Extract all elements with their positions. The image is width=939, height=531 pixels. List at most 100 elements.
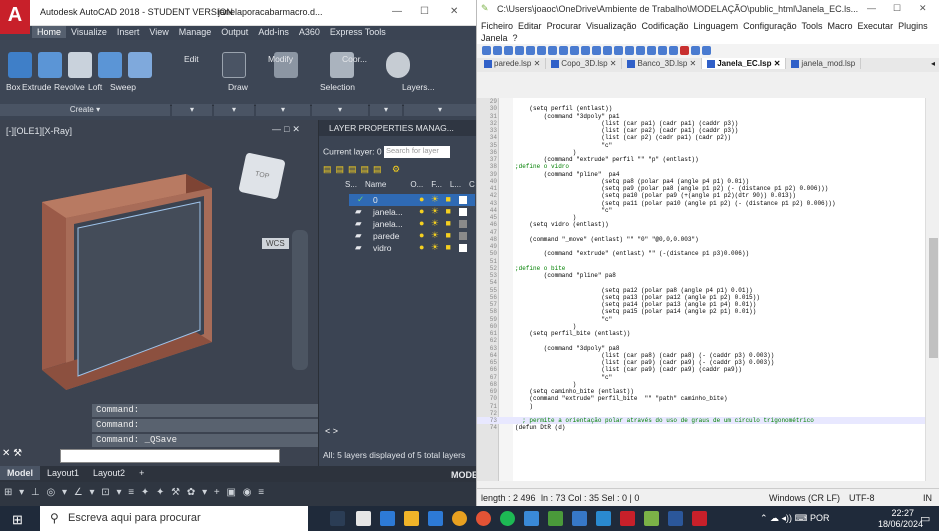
- code-text[interactable]: (list (car pa1) (cadr pa1) (caddr p3)): [515, 120, 738, 127]
- code-line[interactable]: 30 (setq perfil (entlast)): [477, 105, 925, 112]
- code-text[interactable]: ): [515, 403, 533, 410]
- menu-executar[interactable]: Executar: [858, 21, 894, 31]
- draw-label[interactable]: Draw: [228, 82, 248, 92]
- code-line[interactable]: 59 "c": [477, 316, 925, 323]
- code-line[interactable]: 62: [477, 337, 925, 344]
- layer-color-swatch[interactable]: [459, 196, 467, 204]
- copy-icon[interactable]: [559, 46, 568, 55]
- app-icon[interactable]: [572, 511, 587, 526]
- npp-maximize-icon[interactable]: ☐: [893, 3, 901, 14]
- code-line[interactable]: 45 ): [477, 214, 925, 221]
- code-line[interactable]: 73 ; permite a orientação polar através …: [477, 417, 925, 425]
- app-icon[interactable]: [596, 511, 611, 526]
- layers-panel-title[interactable]: ▾: [404, 104, 476, 116]
- layer-row[interactable]: ▰ vidro ● ☀ ■: [349, 242, 475, 254]
- command-close-icon[interactable]: ✕ ⚒: [2, 448, 22, 459]
- npp-close-icon[interactable]: ✕: [919, 3, 927, 14]
- layer-toolbar[interactable]: ▤▤▤▤▤ ⚙: [323, 164, 404, 175]
- autocad-logo[interactable]: A: [0, 0, 30, 34]
- file-tab[interactable]: Banco_3D.lsp ✕: [622, 58, 703, 69]
- save-all-icon[interactable]: [515, 46, 524, 55]
- code-line[interactable]: 33 (list (car pa2) (cadr pa1) (caddr p3)…: [477, 127, 925, 134]
- code-line[interactable]: 36 ): [477, 149, 925, 156]
- code-line[interactable]: 44 "c": [477, 207, 925, 214]
- tab-layout2[interactable]: Layout2: [86, 466, 132, 480]
- notepadpp-taskbar-icon[interactable]: [644, 511, 659, 526]
- spotify-icon[interactable]: [500, 511, 515, 526]
- indent-guide-icon[interactable]: [669, 46, 678, 55]
- coordinates-panel-title[interactable]: ▾: [370, 104, 402, 116]
- cut-icon[interactable]: [548, 46, 557, 55]
- code-text[interactable]: (setq pa13 (polar pa12 (angle p1 p2) 0.0…: [515, 294, 759, 301]
- close-icon[interactable]: ✕: [450, 6, 458, 17]
- layer-color-swatch[interactable]: [459, 220, 467, 228]
- code-line[interactable]: 40 (setq pa8 (polar pa4 (angle p4 p1) 0.…: [477, 178, 925, 185]
- tab-manage[interactable]: Manage: [174, 26, 217, 38]
- code-text[interactable]: (command "pline" pa4: [515, 171, 620, 178]
- column-freeze[interactable]: F...: [431, 180, 442, 189]
- autocad-status-bar[interactable]: ⊞ ▾ ⊥ ◎ ▾ ∠ ▾ ⊡ ▾ ≡ ✦ ✦ ⚒ ✿ ▾ + ▣ ◉ ≡: [0, 482, 476, 506]
- layer-palette-title[interactable]: LAYER PROPERTIES MANAG...: [319, 120, 476, 136]
- layer-color-swatch[interactable]: [459, 208, 467, 216]
- tab-visualize[interactable]: Visualize: [66, 26, 112, 38]
- command-input[interactable]: [60, 449, 280, 463]
- coordinates-label[interactable]: Coor...: [342, 54, 367, 64]
- code-text[interactable]: (command "extrude" perfil "" "p" (entlas…: [515, 156, 699, 163]
- layer-color-swatch[interactable]: [459, 232, 467, 240]
- selection-label[interactable]: Selection: [320, 82, 355, 92]
- notifications-icon[interactable]: ▭: [920, 512, 930, 525]
- word-icon[interactable]: [668, 511, 683, 526]
- layers-label[interactable]: Layers...: [402, 82, 435, 92]
- code-text[interactable]: (list (car pa9) (cadr pa9) (caddr pa9)): [515, 366, 741, 373]
- code-text[interactable]: (list (car pa8) (cadr pa8) (- (caddr p3)…: [515, 352, 774, 359]
- add-layout-button[interactable]: +: [132, 466, 151, 480]
- menu-macro[interactable]: Macro: [828, 21, 853, 31]
- tab-view[interactable]: View: [144, 26, 173, 38]
- code-line[interactable]: 41 (setq pa9 (polar pa8 (angle p1 p2) (-…: [477, 185, 925, 192]
- layer-list-scroll-arrows[interactable]: < >: [325, 426, 338, 436]
- file-tab-active[interactable]: Janela_EC.lsp ✕: [702, 58, 787, 69]
- code-line[interactable]: 32 (list (car pa1) (cadr pa1) (caddr p3)…: [477, 120, 925, 127]
- code-line[interactable]: 61 (setq perfil_bite (entlast)): [477, 330, 925, 337]
- code-text[interactable]: ; permite a orientação polar através do …: [515, 417, 814, 424]
- code-line[interactable]: 65 (list (car pa9) (cadr pa9) (- (caddr …: [477, 359, 925, 366]
- print-icon[interactable]: [537, 46, 546, 55]
- layer-state-icons[interactable]: ● ☀ ■: [419, 194, 453, 205]
- code-line[interactable]: 39 (command "pline" pa4: [477, 171, 925, 178]
- column-lock[interactable]: L...: [450, 180, 461, 189]
- undo-icon[interactable]: [581, 46, 590, 55]
- tab-model[interactable]: Model: [0, 466, 40, 480]
- column-status[interactable]: S...: [345, 180, 357, 189]
- save-icon[interactable]: [504, 46, 513, 55]
- file-tab[interactable]: Copo_3D.lsp ✕: [546, 58, 623, 69]
- code-text[interactable]: "c": [515, 142, 612, 149]
- code-text[interactable]: ;define o vidro: [515, 163, 569, 170]
- modify-label[interactable]: Modify: [268, 54, 293, 64]
- macro-record-icon[interactable]: [680, 46, 689, 55]
- layer-color-swatch[interactable]: [459, 244, 467, 252]
- code-text[interactable]: (command "3dpoly" pa1: [515, 113, 620, 120]
- autocad-taskbar-icon[interactable]: [620, 511, 635, 526]
- edit-panel-title[interactable]: ▾: [172, 104, 212, 116]
- layer-state-icons[interactable]: ● ☀ ■: [419, 242, 453, 253]
- code-line[interactable]: 35 "c": [477, 142, 925, 149]
- app-icon[interactable]: [548, 511, 563, 526]
- code-text[interactable]: "c": [515, 316, 612, 323]
- tab-insert[interactable]: Insert: [112, 26, 145, 38]
- code-line[interactable]: 52 ;define o bite: [477, 265, 925, 272]
- code-line[interactable]: 51: [477, 258, 925, 265]
- code-line[interactable]: 49: [477, 243, 925, 250]
- column-color[interactable]: C: [469, 180, 475, 189]
- code-text[interactable]: (list (car pa2) (cadr pa1) (caddr p3)): [515, 127, 738, 134]
- code-text[interactable]: (setq pa12 (polar pa8 (angle p4 p1) 0.01…: [515, 287, 752, 294]
- box-icon[interactable]: [8, 52, 32, 78]
- zoom-in-icon[interactable]: [625, 46, 634, 55]
- code-text[interactable]: (setq perfil_bite (entlast)): [515, 330, 630, 337]
- new-file-icon[interactable]: [482, 46, 491, 55]
- column-name[interactable]: Name: [365, 180, 386, 189]
- menu-visualizacao[interactable]: Visualização: [586, 21, 636, 31]
- maximize-icon[interactable]: ☐: [420, 6, 429, 17]
- code-line[interactable]: 67 "c": [477, 374, 925, 381]
- code-line[interactable]: 53 (command "pline" pa8: [477, 272, 925, 279]
- drawing-area[interactable]: [-][OLE1][X-Ray] —□✕ TOP WCS Command: Co…: [0, 120, 318, 466]
